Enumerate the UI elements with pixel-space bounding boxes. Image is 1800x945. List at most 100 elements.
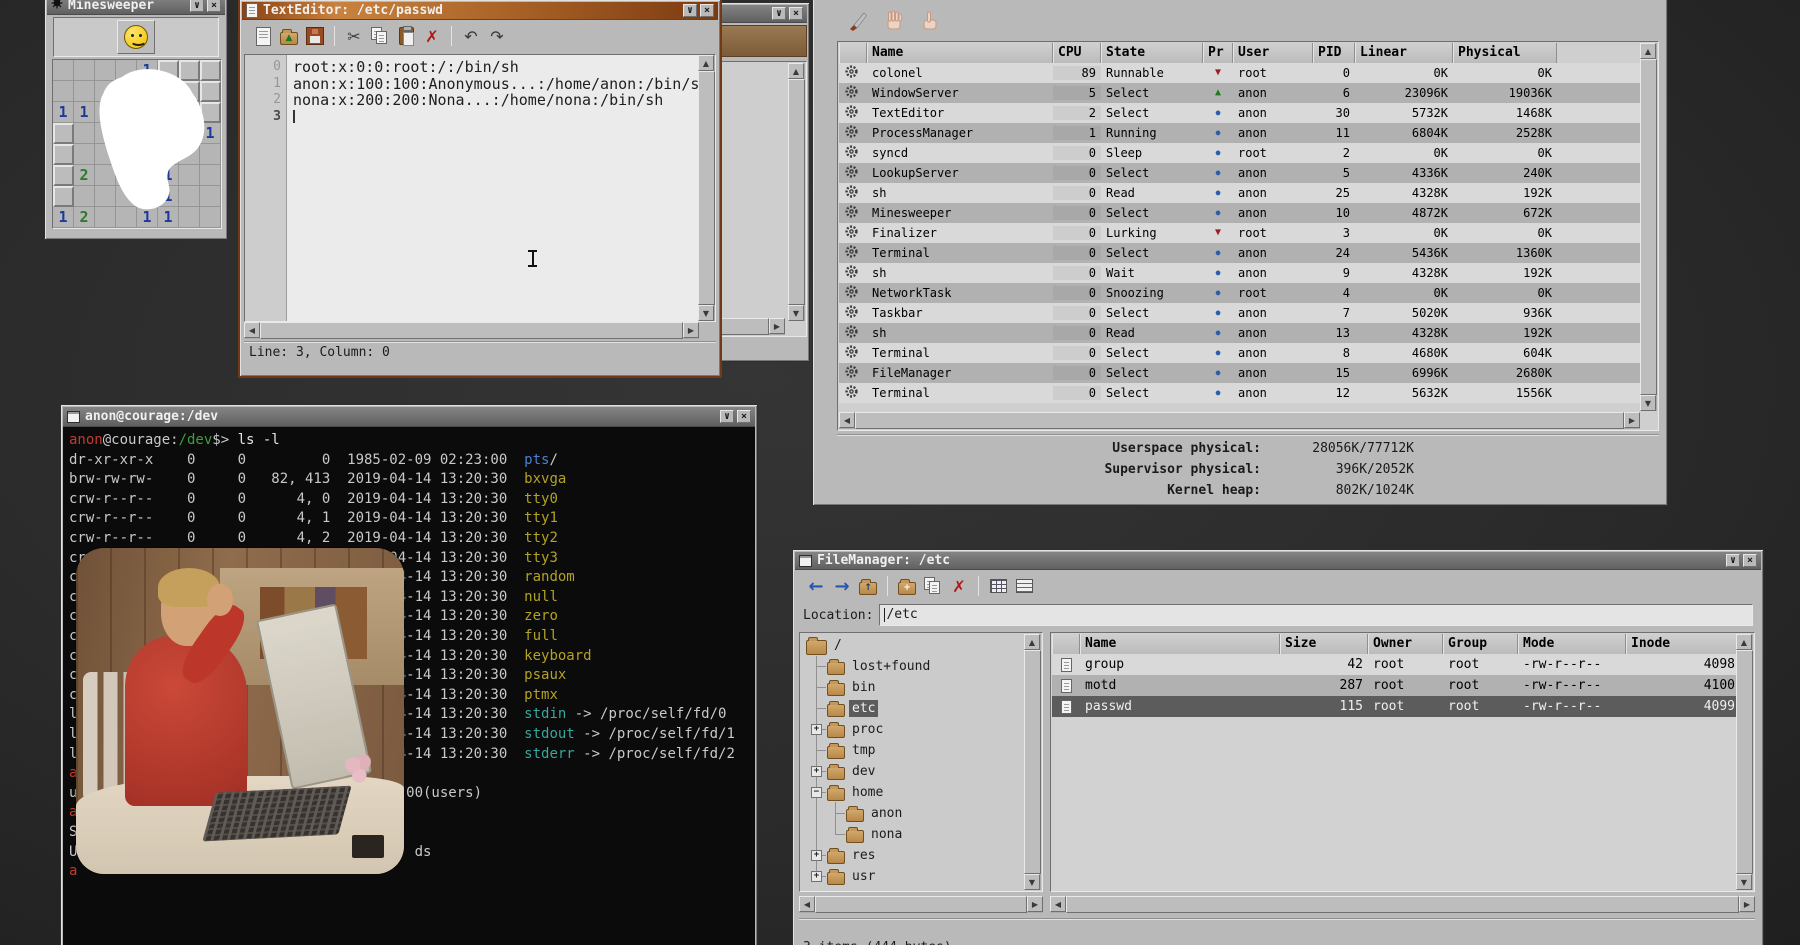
process-row[interactable]: Terminal0Select●anon84680K604K [839,343,1640,363]
scroll-right-button[interactable]: ▶ [1739,896,1755,912]
minimize-button[interactable]: ∨ [683,4,697,17]
process-row[interactable]: sh0Wait●anon94328K192K [839,263,1640,283]
column-header-name[interactable]: Name [1080,634,1280,654]
process-row[interactable]: Minesweeper0Select●anon104872K672K [839,203,1640,223]
process-table-vscrollbar[interactable]: ▲▼ [1640,43,1657,411]
hidden-window-vscrollbar[interactable]: ▲▼ [788,63,805,321]
scroll-right-button[interactable]: ▶ [1027,896,1043,912]
scroll-left-button[interactable]: ◀ [1050,896,1066,912]
pause-process-button[interactable] [881,8,907,34]
column-header-mode[interactable]: Mode [1518,634,1626,654]
copy-button[interactable] [920,573,946,599]
close-button[interactable]: × [789,7,803,20]
editor-text-area[interactable]: root:x:0:0:root:/:/bin/shanon:x:100:100:… [287,55,698,321]
back-button[interactable]: ← [803,573,829,599]
scrollbar-thumb[interactable] [1640,59,1657,395]
process-row[interactable]: colonel89Runnable▼root00K0K [839,63,1640,83]
minimize-button[interactable]: ∨ [772,7,786,20]
scroll-left-button[interactable]: ◀ [799,896,815,912]
scrollbar-thumb[interactable] [855,412,1624,429]
undo-button[interactable]: ↶ [458,23,484,49]
tree-expander[interactable]: + [811,724,822,735]
resume-process-button[interactable] [917,8,943,34]
scroll-down-button[interactable]: ▼ [1736,874,1752,890]
close-button[interactable]: × [207,0,221,12]
editor-hscrollbar[interactable]: ◀▶ [244,322,699,339]
column-header-name[interactable]: Name [867,43,1053,63]
scrollbar-thumb[interactable] [721,318,769,335]
delete-button[interactable]: ✗ [946,573,972,599]
column-header-size[interactable]: Size [1280,634,1368,654]
process-row[interactable]: Terminal0Select●anon125632K1556K [839,383,1640,403]
forward-button[interactable]: → [829,573,855,599]
tree-item-tmp[interactable]: tmp [801,740,1024,761]
scroll-down-button[interactable]: ▼ [788,305,804,321]
tree-item-usr[interactable]: +usr [801,866,1024,887]
board-cell[interactable] [53,123,74,144]
minesweeper-titlebar[interactable]: Minesweeper ∨ × [47,0,225,15]
scrollbar-thumb[interactable] [1736,650,1753,874]
scrollbar-thumb[interactable] [1024,650,1041,874]
tree-item-bin[interactable]: bin [801,677,1024,698]
tree-item-etc[interactable]: etc [801,698,1024,719]
scroll-up-button[interactable]: ▲ [1640,43,1656,59]
scroll-up-button[interactable]: ▲ [788,63,804,79]
process-table-hscrollbar[interactable]: ◀▶ [839,412,1640,429]
file-row-passwd[interactable]: passwd115rootroot-rw-r--r--4099 [1052,696,1736,717]
scroll-down-button[interactable]: ▼ [1640,395,1656,411]
smiley-reset-button[interactable] [117,20,155,54]
tree-item-res[interactable]: +res [801,845,1024,866]
minimize-button[interactable]: ∨ [190,0,204,12]
process-row[interactable]: ProcessManager1Running●anon116804K2528K [839,123,1640,143]
tree-item-home[interactable]: −home [801,782,1024,803]
column-header-pr[interactable]: Pr [1203,43,1233,63]
cut-button[interactable]: ✂ [341,23,367,49]
file-row-group[interactable]: group42rootroot-rw-r--r--4098 [1052,654,1736,675]
process-row[interactable]: sh0Read●anon134328K192K [839,323,1640,343]
scrollbar-thumb[interactable] [260,322,683,339]
save-file-button[interactable] [302,23,328,49]
process-row[interactable]: sh0Read●anon254328K192K [839,183,1640,203]
tree-item-anon[interactable]: anon [801,803,1024,824]
file-list-vscrollbar[interactable]: ▲▼ [1736,634,1753,890]
process-row[interactable]: syncd0Sleep●root20K0K [839,143,1640,163]
tree-item-proc[interactable]: +proc [801,719,1024,740]
board-cell[interactable] [53,144,74,165]
column-header-linear[interactable]: Linear [1355,43,1453,63]
column-header-owner[interactable]: Owner [1368,634,1443,654]
process-row[interactable]: TextEditor2Select●anon305732K1468K [839,103,1640,123]
column-header-inode[interactable]: Inode [1626,634,1740,654]
terminal-titlebar[interactable]: anon@courage:/dev ∨ × [63,407,755,427]
board-cell[interactable] [53,81,74,102]
scrollbar-thumb[interactable] [1066,896,1739,913]
scrollbar-thumb[interactable] [815,896,1027,913]
scroll-right-button[interactable]: ▶ [683,322,699,338]
filemanager-titlebar[interactable]: FileManager: /etc ∨ × [795,552,1761,570]
process-row[interactable]: WindowServer5Select▲anon623096K19036K [839,83,1640,103]
minimize-button[interactable]: ∨ [1726,554,1740,567]
tree-expander[interactable]: + [811,766,822,777]
tree-item-lost+found[interactable]: lost+found [801,656,1024,677]
kill-process-button[interactable] [845,8,871,34]
board-cell[interactable]: 1 [53,102,74,123]
process-row[interactable]: Terminal0Select●anon245436K1360K [839,243,1640,263]
column-header-user[interactable]: User [1233,43,1313,63]
scroll-right-button[interactable]: ▶ [769,318,785,334]
board-cell[interactable]: 1 [53,207,74,228]
process-row[interactable]: Taskbar0Select●anon75020K936K [839,303,1640,323]
close-button[interactable]: × [737,410,751,423]
column-header-icon[interactable] [1052,634,1080,654]
close-button[interactable]: × [700,4,714,17]
close-button[interactable]: × [1743,554,1757,567]
scroll-up-button[interactable]: ▲ [1736,634,1752,650]
tree-item-nona[interactable]: nona [801,824,1024,845]
column-header-cpu[interactable]: CPU [1053,43,1101,63]
scroll-left-button[interactable]: ◀ [839,412,855,428]
scroll-right-button[interactable]: ▶ [1624,412,1640,428]
column-header-pid[interactable]: PID [1313,43,1355,63]
scroll-left-button[interactable]: ◀ [244,322,260,338]
column-header-icon[interactable] [839,43,867,63]
board-cell[interactable] [53,60,74,81]
scroll-up-button[interactable]: ▲ [698,55,714,71]
tree-expander[interactable]: + [811,850,822,861]
